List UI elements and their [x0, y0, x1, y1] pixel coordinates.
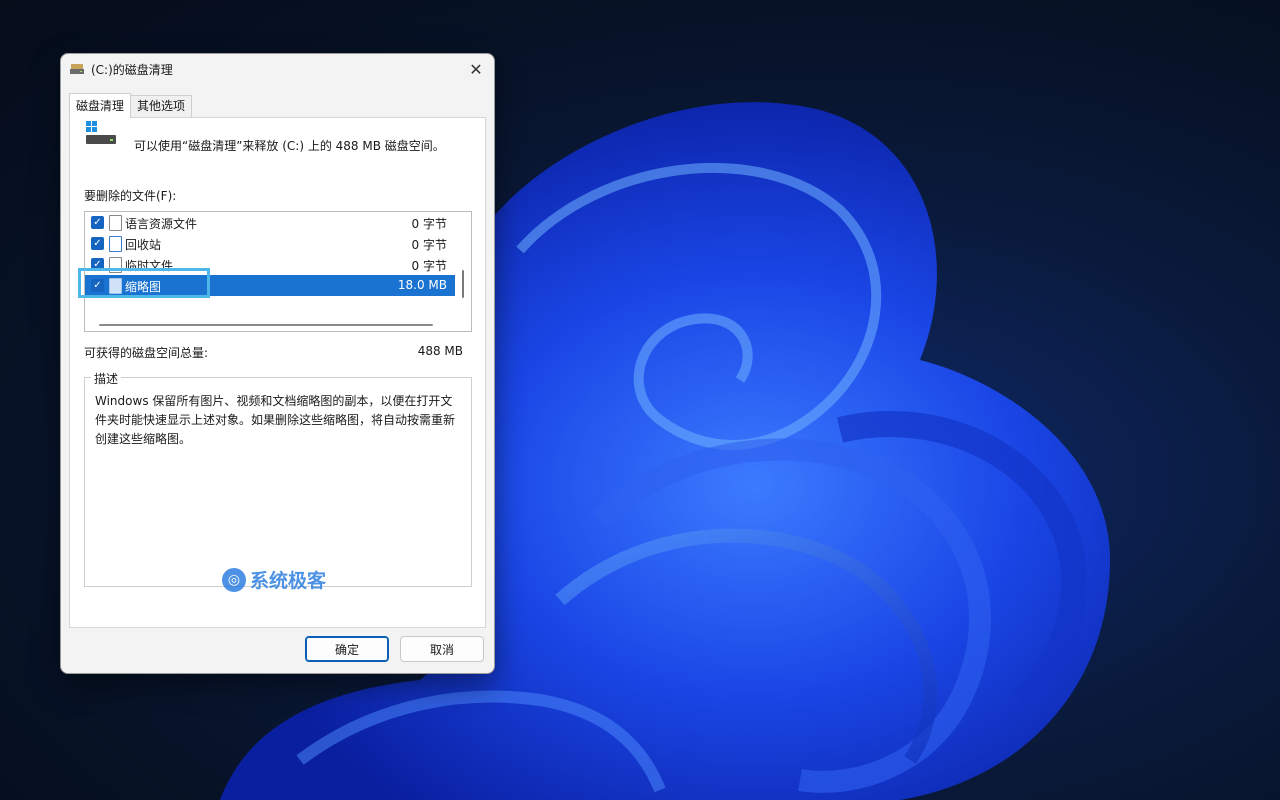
file-size: 0 字节: [411, 238, 447, 252]
title-bar[interactable]: (C:)的磁盘清理 ✕: [61, 54, 494, 84]
watermark-logo: ◎ 系统极客: [222, 566, 326, 593]
description-title: 描述: [91, 370, 122, 387]
tab-more-options[interactable]: 其他选项: [130, 95, 193, 117]
file-size: 0 字节: [411, 217, 447, 231]
highlight-annotation: [78, 268, 210, 298]
tab-panel-disk-cleanup: 可以使用“磁盘清理”来释放 (C:) 上的 488 MB 磁盘空间。 要删除的文…: [69, 117, 486, 628]
checkbox[interactable]: ✓: [91, 216, 104, 229]
watermark-text: 系统极客: [250, 570, 327, 592]
gain-value: 488 MB: [417, 344, 463, 358]
window-title: (C:)的磁盘清理: [91, 63, 173, 77]
file-size: 0 字节: [411, 259, 447, 273]
cancel-button[interactable]: 取消: [400, 636, 484, 662]
list-item[interactable]: ✓ 语言资源文件 0 字节: [85, 212, 455, 233]
description-text: Windows 保留所有图片、视频和文档缩略图的副本，以便在打开文件夹时能快速显…: [95, 394, 456, 446]
drive-icon: [86, 121, 116, 144]
file-name: 回收站: [125, 238, 162, 252]
file-name: 语言资源文件: [125, 217, 198, 231]
vertical-scrollbar[interactable]: [462, 270, 464, 298]
gain-label: 可获得的磁盘空间总量:: [84, 346, 209, 360]
description-group: 描述 Windows 保留所有图片、视频和文档缩略图的副本，以便在打开文件夹时能…: [84, 370, 472, 587]
files-to-delete-label: 要删除的文件(F):: [84, 189, 177, 203]
horizontal-scrollbar[interactable]: [99, 324, 433, 326]
checkbox[interactable]: ✓: [91, 237, 104, 250]
file-icon: [109, 215, 122, 231]
disk-cleanup-icon: [70, 64, 84, 74]
close-icon: ✕: [469, 59, 483, 79]
info-text: 可以使用“磁盘清理”来释放 (C:) 上的 488 MB 磁盘空间。: [134, 139, 445, 153]
disk-cleanup-dialog: (C:)的磁盘清理 ✕ 磁盘清理 其他选项 可以使用“磁盘清理”来释放 (C:)…: [60, 53, 495, 674]
ok-button[interactable]: 确定: [305, 636, 389, 662]
recycle-bin-icon: [109, 236, 122, 252]
close-button[interactable]: ✕: [458, 54, 494, 84]
file-size: 18.0 MB: [397, 278, 447, 292]
watermark-icon: ◎: [222, 567, 246, 592]
tab-disk-cleanup[interactable]: 磁盘清理: [69, 93, 132, 118]
list-item[interactable]: ✓ 回收站 0 字节: [85, 233, 455, 254]
